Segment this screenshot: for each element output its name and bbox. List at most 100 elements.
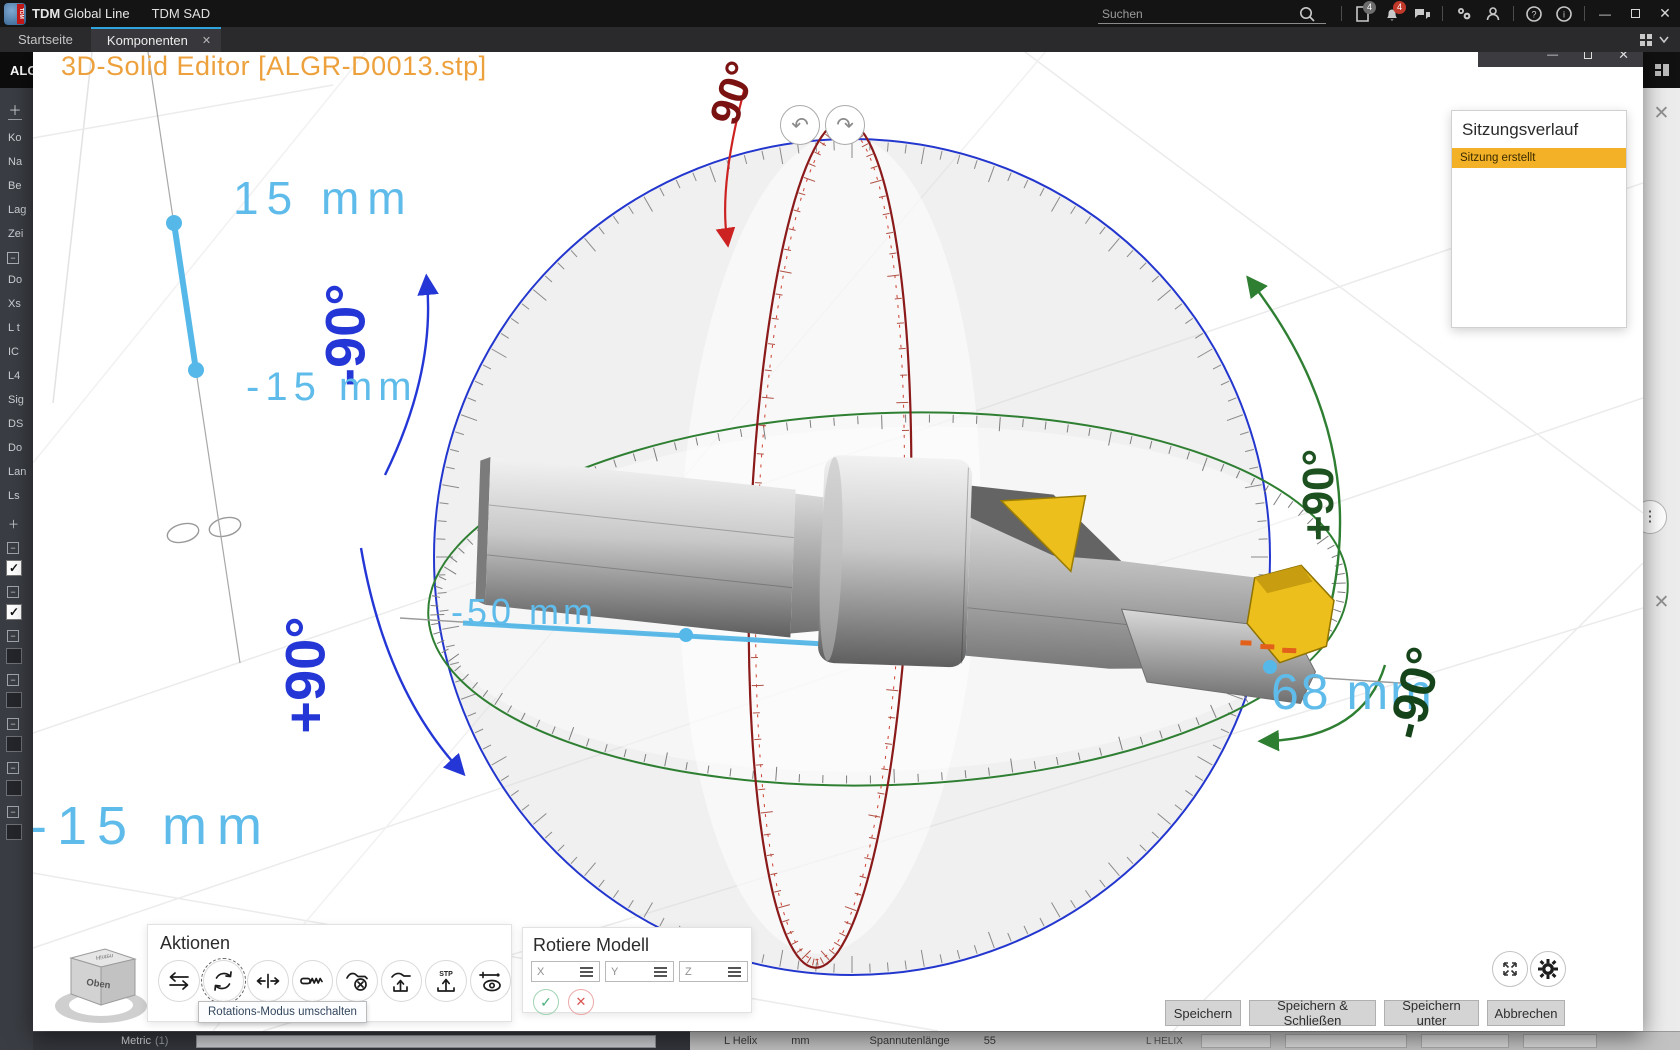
add-item-icon[interactable]: ＋ bbox=[8, 516, 33, 532]
contour-upload-icon bbox=[388, 968, 414, 994]
tree-checkbox-empty[interactable] bbox=[6, 692, 22, 708]
window-close-button[interactable]: ✕ bbox=[1650, 0, 1680, 27]
drill-geometry-button[interactable] bbox=[292, 960, 334, 1002]
rotate-y-field[interactable] bbox=[605, 961, 674, 982]
rotate-x-menu-icon[interactable] bbox=[580, 967, 593, 977]
tree-checkbox-checked[interactable]: ✓ bbox=[6, 604, 22, 620]
tree-checkbox-empty[interactable] bbox=[6, 648, 22, 664]
divider bbox=[1341, 6, 1342, 21]
services-button[interactable] bbox=[1448, 0, 1478, 27]
divider bbox=[1513, 6, 1514, 21]
save-and-close-button[interactable]: Speichern & Schließen bbox=[1249, 1000, 1376, 1026]
form-cell[interactable] bbox=[1421, 1034, 1509, 1048]
form-status-row: Metric (1) L HelixmmSpannutenlänge55L HE… bbox=[33, 1031, 1680, 1050]
svg-text:i: i bbox=[1563, 9, 1565, 19]
cancel-rotation-button[interactable]: ✕ bbox=[568, 989, 594, 1015]
close-section-icon[interactable]: ✕ bbox=[1643, 591, 1680, 614]
info-icon: i bbox=[1555, 5, 1573, 23]
section-collapse-icon[interactable]: − bbox=[7, 252, 19, 264]
window-maximize-button[interactable] bbox=[1620, 0, 1650, 27]
import-model-button[interactable] bbox=[381, 960, 423, 1002]
viewport-settings-button[interactable] bbox=[1530, 951, 1566, 987]
tree-collapse-icon[interactable]: − bbox=[7, 806, 19, 818]
redo-button[interactable]: ↷ bbox=[825, 105, 865, 145]
tree-collapse-icon[interactable]: − bbox=[7, 542, 19, 554]
messages-button[interactable] bbox=[1407, 0, 1437, 27]
tree-checkbox-empty[interactable] bbox=[6, 780, 22, 796]
svg-text:?: ? bbox=[1531, 9, 1536, 19]
fullscreen-icon bbox=[1500, 959, 1520, 979]
axis-left-measure-label: -50 mm bbox=[451, 591, 597, 633]
translate-mode-button[interactable] bbox=[158, 960, 200, 1002]
form-cell[interactable] bbox=[1523, 1034, 1597, 1048]
search-icon bbox=[1298, 5, 1316, 23]
export-stp-button[interactable]: STP bbox=[425, 960, 467, 1002]
rotate-z-menu-icon[interactable] bbox=[728, 967, 741, 977]
rotate-y-menu-icon[interactable] bbox=[654, 967, 667, 977]
layout-options-icon[interactable] bbox=[1638, 32, 1672, 48]
field-label: Sig bbox=[0, 388, 33, 412]
save-as-button[interactable]: Speichern unter bbox=[1384, 1000, 1479, 1026]
user-button[interactable] bbox=[1478, 0, 1508, 27]
tab-close-icon[interactable]: ✕ bbox=[202, 34, 211, 47]
session-history-title: Sitzungsverlauf bbox=[1452, 111, 1626, 148]
tab-strip: Startseite Komponenten ✕ bbox=[0, 27, 1680, 52]
rotate-x-field[interactable] bbox=[531, 961, 600, 982]
fullscreen-button[interactable] bbox=[1492, 951, 1528, 987]
field-label: DS bbox=[0, 412, 33, 436]
form-cell[interactable] bbox=[1201, 1034, 1271, 1048]
cancel-button[interactable]: Abbrechen bbox=[1487, 1000, 1565, 1026]
tree-checkbox-empty[interactable] bbox=[6, 736, 22, 752]
panel-menu-icon[interactable] bbox=[1653, 62, 1671, 78]
app-brand: TDM Global Line bbox=[32, 6, 130, 21]
rotate-z-field[interactable] bbox=[679, 961, 748, 982]
rotate-model-panel: Rotiere Modell ✓ ✕ bbox=[522, 927, 752, 1013]
notifications-button[interactable]: 4 bbox=[1377, 0, 1407, 27]
window-minimize-button[interactable]: — bbox=[1590, 0, 1620, 27]
tree-checkbox-empty[interactable] bbox=[6, 824, 22, 840]
rotate-z-input[interactable] bbox=[680, 965, 726, 979]
chat-icon bbox=[1413, 5, 1432, 23]
search-input[interactable] bbox=[1098, 7, 1298, 23]
tree-collapse-icon[interactable]: − bbox=[7, 630, 19, 642]
documents-button[interactable]: 4 bbox=[1347, 0, 1377, 27]
mirror-axis-button[interactable] bbox=[247, 960, 289, 1002]
rotate-mode-button[interactable] bbox=[203, 960, 245, 1002]
form-cell-label: Spannutenlänge bbox=[870, 1035, 950, 1047]
tree-checkbox-checked[interactable]: ✓ bbox=[6, 560, 22, 576]
form-cell-label: 55 bbox=[984, 1035, 996, 1047]
help-button[interactable]: ? bbox=[1519, 0, 1549, 27]
notifications-badge: 4 bbox=[1393, 1, 1406, 14]
menu-tdm-sad[interactable]: TDM SAD bbox=[152, 6, 211, 21]
tree-collapse-icon[interactable]: − bbox=[7, 586, 19, 598]
rotate-y-input[interactable] bbox=[606, 965, 652, 979]
field-label: Do bbox=[0, 436, 33, 460]
floor-measure-label: -15 mm bbox=[33, 795, 272, 857]
remove-solid-button[interactable] bbox=[336, 960, 378, 1002]
tab-komponenten[interactable]: Komponenten ✕ bbox=[91, 27, 221, 52]
toggle-visibility-button[interactable] bbox=[470, 960, 512, 1002]
tree-collapse-icon[interactable]: − bbox=[7, 718, 19, 730]
close-panel-icon[interactable]: ✕ bbox=[1643, 102, 1680, 125]
drill-icon bbox=[299, 968, 325, 994]
search-box[interactable] bbox=[1098, 4, 1326, 24]
dialog-restore-button[interactable] bbox=[1584, 51, 1592, 59]
info-button[interactable]: i bbox=[1549, 0, 1579, 27]
unit-count: (1) bbox=[155, 1035, 168, 1047]
tab-komponenten-label: Komponenten bbox=[107, 33, 188, 48]
apply-rotation-button[interactable]: ✓ bbox=[533, 989, 559, 1015]
tree-collapse-icon[interactable]: − bbox=[7, 762, 19, 774]
save-button[interactable]: Speichern bbox=[1165, 1000, 1241, 1026]
undo-button[interactable]: ↶ bbox=[780, 105, 820, 145]
form-cell[interactable] bbox=[1285, 1034, 1407, 1048]
actions-panel: Aktionen STP bbox=[147, 924, 512, 1022]
y-axis-handle[interactable] bbox=[174, 223, 196, 370]
tab-startseite[interactable]: Startseite bbox=[0, 27, 91, 52]
side-tool-button[interactable]: ⋮ bbox=[1643, 500, 1667, 534]
divider bbox=[1584, 6, 1585, 21]
field-label: Xs bbox=[0, 292, 33, 316]
add-field-icon[interactable]: ＋ bbox=[8, 100, 22, 120]
tree-collapse-icon[interactable]: − bbox=[7, 674, 19, 686]
rotate-x-input[interactable] bbox=[532, 965, 578, 979]
session-entry[interactable]: Sitzung erstellt bbox=[1452, 148, 1626, 168]
